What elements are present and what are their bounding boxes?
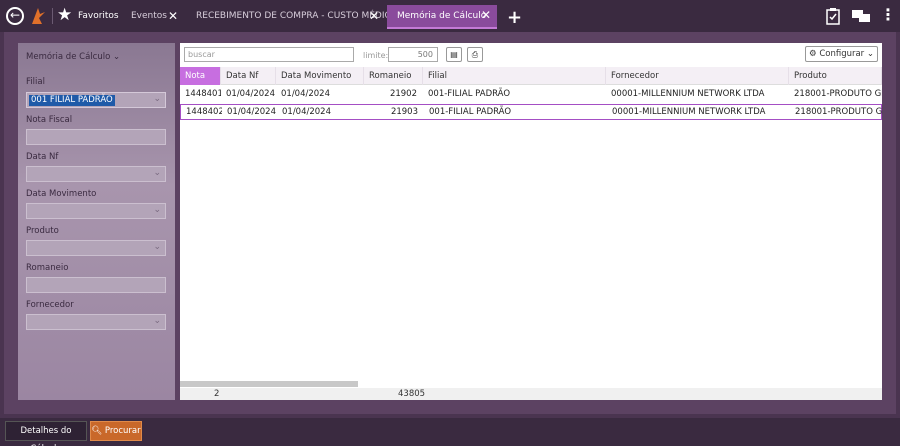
- tab-memoria-calculo[interactable]: Memória de Cálculo ✕: [387, 5, 497, 29]
- chat-icon[interactable]: [851, 7, 871, 25]
- chevron-down-icon: ⌄: [153, 94, 161, 104]
- search-input[interactable]: buscar: [184, 47, 354, 62]
- chevron-down-icon: ⌄: [112, 52, 121, 62]
- filter-panel: Memória de Cálculo ⌄ Filial 001 FILIAL P…: [18, 43, 175, 400]
- close-icon[interactable]: ✕: [369, 9, 379, 23]
- romaneio-input[interactable]: [26, 277, 166, 293]
- table-cell: 21902: [389, 89, 417, 99]
- add-tab-icon[interactable]: +: [507, 7, 522, 28]
- details-button[interactable]: Detalhes do Cálculo: [5, 421, 87, 446]
- close-icon[interactable]: ✕: [481, 8, 491, 22]
- column-header[interactable]: Fornecedor: [606, 67, 789, 85]
- produto-select[interactable]: ⌄: [26, 240, 166, 256]
- filial-label: Filial: [26, 77, 45, 87]
- limit-label: limite:: [363, 51, 389, 60]
- chevron-down-icon: ⌄: [153, 316, 161, 326]
- filter-panel-title[interactable]: Memória de Cálculo ⌄: [26, 52, 120, 62]
- table-cell: 01/04/2024: [227, 107, 276, 117]
- column-header[interactable]: Data Nf: [221, 67, 276, 85]
- clipboard-icon[interactable]: [826, 7, 840, 25]
- produto-label: Produto: [26, 226, 59, 236]
- table-cell: 00001-MILLENNIUM NETWORK LTDA: [612, 107, 766, 117]
- nota-fiscal-input[interactable]: [26, 129, 166, 145]
- fornecedor-label: Fornecedor: [26, 300, 74, 310]
- tab-eventos[interactable]: Eventos: [131, 11, 167, 21]
- fornecedor-select[interactable]: ⌄: [26, 314, 166, 330]
- divider: [52, 8, 53, 24]
- chevron-down-icon: ⌄: [153, 168, 161, 178]
- logo-icon: [32, 8, 45, 24]
- chevron-down-icon: ⌄: [153, 242, 161, 252]
- top-bar: ← ★ Favoritos Eventos ✕ RECEBIMENTO DE C…: [0, 0, 900, 32]
- table-row[interactable]: 1448401 01/04/2024 01/04/2024 21902 001-…: [180, 87, 882, 103]
- horizontal-scrollbar[interactable]: [180, 381, 358, 387]
- table-cell: 1448401: [185, 89, 221, 99]
- search-icon: 🔍︎: [91, 426, 103, 436]
- table-footer: 2 43805: [180, 388, 882, 400]
- column-header[interactable]: Filial: [423, 67, 606, 85]
- table-cell: 1448402: [186, 107, 222, 117]
- tab-recebimento[interactable]: RECEBIMENTO DE COMPRA - CUSTO MÉDIO: [196, 11, 392, 21]
- close-icon[interactable]: ✕: [168, 9, 178, 23]
- column-header[interactable]: Nota: [180, 67, 221, 85]
- column-header[interactable]: Data Movimento: [276, 67, 364, 85]
- column-header[interactable]: Romaneio: [364, 67, 423, 85]
- data-movimento-label: Data Movimento: [26, 189, 97, 199]
- filial-select[interactable]: 001 FILIAL PADRÃO ⌄: [26, 92, 166, 108]
- favorites-label[interactable]: Favoritos: [78, 11, 119, 21]
- footer-count: 2: [214, 389, 220, 399]
- table-cell: 21903: [390, 107, 418, 117]
- table-cell: 01/04/2024: [226, 89, 275, 99]
- table-cell: 218001-PRODUTO GEN: [794, 89, 882, 99]
- export-icon[interactable]: ▤: [446, 47, 462, 62]
- toolbar: buscar limite: 500 ▤ ⎙ ⚙ Configurar ⌄: [180, 43, 882, 66]
- tab-label: Memória de Cálculo: [397, 11, 487, 21]
- table-cell: 01/04/2024: [281, 89, 330, 99]
- back-icon[interactable]: ←: [6, 7, 24, 25]
- table-cell: 001-FILIAL PADRÃO: [428, 89, 511, 99]
- data-nf-label: Data Nf: [26, 152, 59, 162]
- footer-sum: 43805: [398, 389, 426, 399]
- romaneio-label: Romaneio: [26, 263, 69, 273]
- bottom-bar: Detalhes do Cálculo 🔍︎ Procurar: [0, 418, 900, 446]
- more-vertical-icon[interactable]: ⋮: [880, 7, 896, 23]
- chevron-down-icon: ⌄: [153, 205, 161, 215]
- nota-fiscal-label: Nota Fiscal: [26, 115, 73, 125]
- table-header: Nota Data Nf Data Movimento Romaneio Fil…: [180, 67, 882, 85]
- table-cell: 218001-PRODUTO GEN: [795, 107, 883, 117]
- print-icon[interactable]: ⎙: [467, 47, 483, 62]
- search-button[interactable]: 🔍︎ Procurar: [90, 421, 142, 441]
- column-header[interactable]: Produto: [789, 67, 882, 85]
- configure-button[interactable]: ⚙ Configurar ⌄: [805, 46, 878, 62]
- data-movimento-select[interactable]: ⌄: [26, 203, 166, 219]
- limit-input[interactable]: 500: [388, 47, 438, 62]
- star-icon[interactable]: ★: [57, 5, 72, 25]
- results-panel: buscar limite: 500 ▤ ⎙ ⚙ Configurar ⌄ No…: [180, 43, 883, 400]
- table-row-selected[interactable]: 1448402 01/04/2024 01/04/2024 21903 001-…: [180, 104, 883, 120]
- table-cell: 01/04/2024: [282, 107, 331, 117]
- filial-value: 001 FILIAL PADRÃO: [29, 95, 115, 106]
- table-cell: 001-FILIAL PADRÃO: [429, 107, 512, 117]
- data-nf-select[interactable]: ⌄: [26, 166, 166, 182]
- table-cell: 00001-MILLENNIUM NETWORK LTDA: [611, 89, 765, 99]
